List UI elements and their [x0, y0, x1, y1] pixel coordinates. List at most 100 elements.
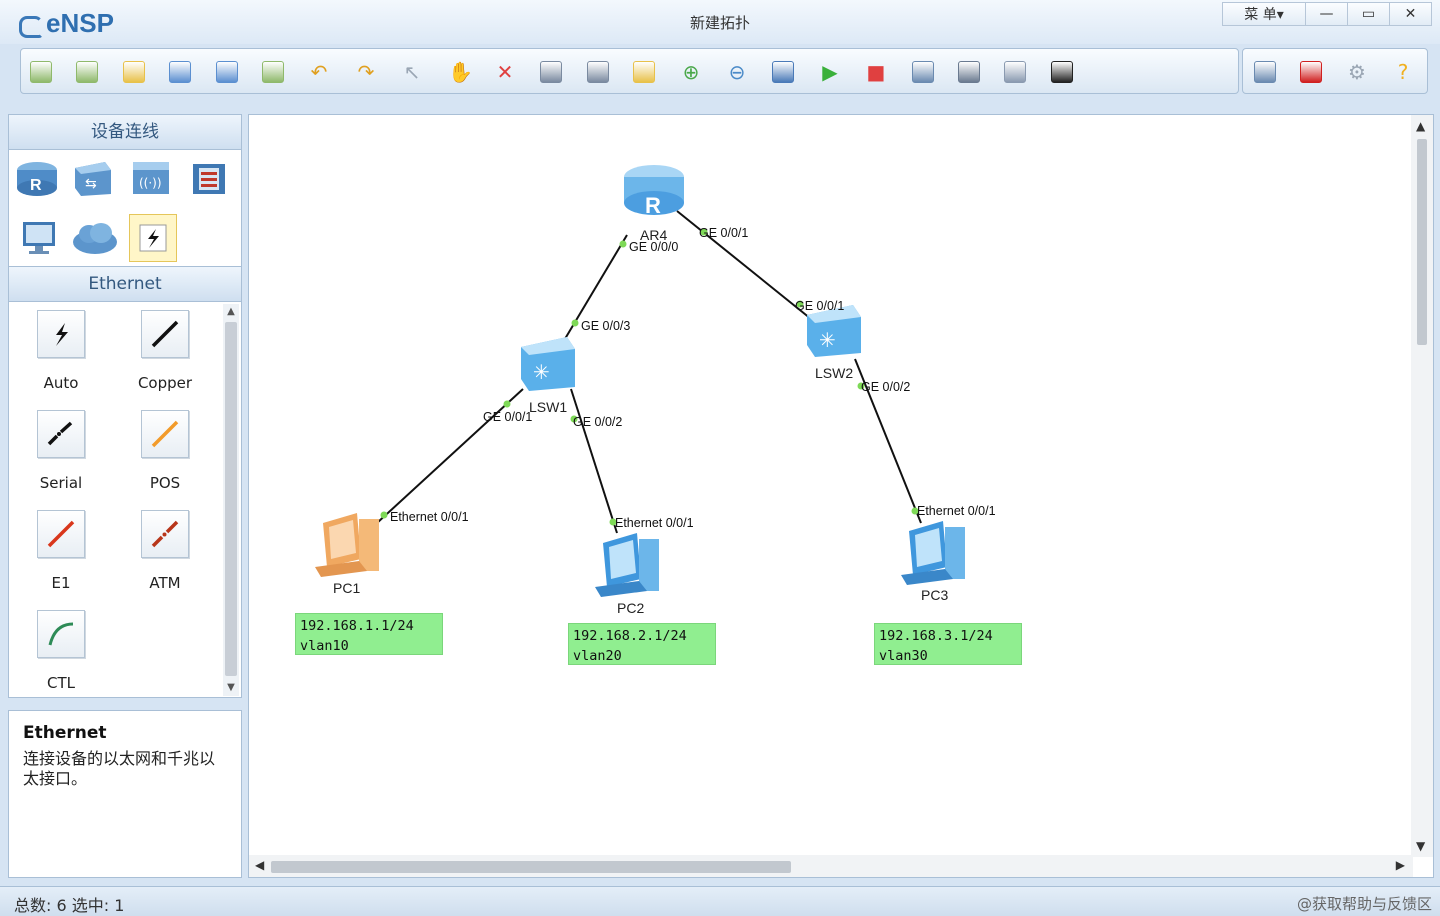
cable-item-copper[interactable]: Copper — [113, 304, 217, 400]
scroll-left-arrow-icon[interactable]: ◀ — [255, 858, 264, 872]
cable-label: Serial — [39, 474, 83, 492]
scroll-down-arrow-icon[interactable]: ▼ — [223, 680, 239, 696]
router-icon[interactable]: R — [13, 154, 61, 202]
select-button[interactable]: ↖ — [398, 58, 426, 86]
feedback-link[interactable]: @获取帮助与反馈区 — [1297, 893, 1432, 914]
title-bar: eNSP 新建拓扑 菜 单▾ — ▭ ✕ — [0, 0, 1440, 44]
topology-diagram: R ✳ ✳ AR4 LSW1 LSW2 PC1 PC2 PC3 GE 0/0/0… — [315, 165, 996, 616]
text-note-pc3[interactable]: 192.168.3.1/24 vlan30 — [874, 623, 1022, 665]
delete-icon: ✕ — [496, 60, 514, 84]
text-note-pc1[interactable]: 192.168.1.1/24 vlan10 — [295, 613, 443, 655]
devices-header[interactable]: 设备连线 — [8, 114, 242, 150]
capture-button[interactable] — [909, 58, 937, 86]
cable-item-atm[interactable]: ATM — [113, 504, 217, 600]
main-toolbar: ↶ ↷ ↖ ✋ ✕ ⊕ ⊖ ▶ ■ — [20, 48, 1239, 94]
rectangle-button[interactable] — [630, 58, 658, 86]
canvas-horizontal-scrollbar[interactable]: ◀ ▶ — [249, 855, 1413, 877]
cable-item-pos[interactable]: POS — [113, 404, 217, 500]
delete-link-button[interactable] — [537, 58, 565, 86]
new-device-button[interactable] — [73, 58, 101, 86]
switch-lsw1[interactable]: ✳ — [521, 337, 575, 391]
menu-button[interactable]: 菜 单▾ — [1223, 3, 1305, 25]
capture-icon — [912, 61, 934, 83]
port-label: GE 0/0/0 — [629, 240, 678, 254]
zoom-out-button[interactable]: ⊖ — [723, 58, 751, 86]
cable-item-serial[interactable]: Serial — [9, 404, 113, 500]
new-topology-button[interactable] — [27, 58, 55, 86]
zoom-in-button[interactable]: ⊕ — [677, 58, 705, 86]
save-button[interactable] — [166, 58, 194, 86]
scroll-thumb[interactable] — [225, 322, 237, 676]
start-button[interactable]: ▶ — [816, 58, 844, 86]
router-ar4[interactable]: R — [624, 165, 684, 218]
svg-text:✳: ✳ — [819, 328, 836, 352]
print-button[interactable] — [259, 58, 287, 86]
console-button[interactable] — [1048, 58, 1076, 86]
open-button[interactable] — [120, 58, 148, 86]
canvas-vertical-scrollbar[interactable]: ▲ ▼ — [1411, 115, 1433, 857]
port-label: GE 0/0/2 — [573, 415, 622, 429]
maximize-button[interactable]: ▭ — [1347, 3, 1389, 25]
pc3-device[interactable] — [901, 521, 965, 585]
cloud-icon[interactable] — [71, 214, 119, 262]
select-icon: ↖ — [403, 60, 421, 84]
cable-icon[interactable] — [129, 214, 177, 262]
pc-icon[interactable] — [15, 214, 63, 262]
save-icon — [169, 61, 191, 83]
minimize-button[interactable]: — — [1305, 3, 1347, 25]
status-bar: 总数: 6 选中: 1 @获取帮助与反馈区 — [0, 886, 1440, 916]
help-button[interactable]: ? — [1389, 58, 1417, 86]
new-topology-icon — [30, 61, 52, 83]
cable-item-auto[interactable]: Auto — [9, 304, 113, 400]
close-button[interactable]: ✕ — [1389, 3, 1431, 25]
link-lsw1-pc2[interactable] — [570, 388, 618, 534]
delete-button[interactable]: ✕ — [491, 58, 519, 86]
stop-button[interactable]: ■ — [862, 58, 890, 86]
port-dot — [380, 511, 388, 519]
redo-icon: ↷ — [357, 60, 375, 84]
scroll-down-arrow-icon[interactable]: ▼ — [1416, 839, 1425, 853]
topology-canvas[interactable]: R ✳ ✳ AR4 LSW1 LSW2 PC1 PC2 PC3 GE 0/0/0… — [248, 114, 1434, 878]
cable-list-scrollbar[interactable]: ▲ ▼ — [223, 304, 239, 696]
undo-button[interactable]: ↶ — [305, 58, 333, 86]
pc2-device[interactable] — [595, 533, 659, 597]
device-palette: R ⇆ ((·)) — [8, 150, 242, 266]
stop-icon: ■ — [866, 60, 886, 84]
huawei-logo-button[interactable] — [1297, 58, 1325, 86]
grid-button[interactable] — [1001, 58, 1029, 86]
zoom-out-icon: ⊖ — [728, 60, 746, 84]
topology-button[interactable] — [955, 58, 983, 86]
firewall-icon[interactable] — [185, 154, 233, 202]
port-label: GE 0/0/1 — [699, 226, 748, 240]
port-label: GE 0/0/1 — [483, 410, 532, 424]
ethernet-header[interactable]: Ethernet — [8, 266, 242, 302]
huawei-logo-icon — [1300, 61, 1322, 83]
cable-item-e1[interactable]: E1 — [9, 504, 113, 600]
ctl-cable-icon — [37, 610, 85, 658]
cable-list: Auto Copper Serial POS E1 ATM CTL ▲ ▼ — [8, 302, 242, 698]
cable-item-ctl[interactable]: CTL — [9, 604, 113, 700]
text-note-pc2[interactable]: 192.168.2.1/24 vlan20 — [568, 623, 716, 665]
serial-cable-icon — [37, 410, 85, 458]
chat-button[interactable] — [1251, 58, 1279, 86]
text-note-button[interactable] — [584, 58, 612, 86]
switch-icon[interactable]: ⇆ — [69, 154, 117, 202]
scroll-up-arrow-icon[interactable]: ▲ — [1416, 119, 1425, 133]
pc1-device[interactable] — [315, 513, 379, 577]
cable-label: CTL — [47, 674, 75, 692]
scroll-right-arrow-icon[interactable]: ▶ — [1396, 858, 1405, 872]
pos-cable-icon — [141, 410, 189, 458]
save-as-button[interactable] — [213, 58, 241, 86]
save-as-icon — [216, 61, 238, 83]
redo-button[interactable]: ↷ — [352, 58, 380, 86]
fit-view-button[interactable] — [769, 58, 797, 86]
wlan-icon[interactable]: ((·)) — [127, 154, 175, 202]
port-dot — [619, 240, 627, 248]
horizontal-scroll-thumb[interactable] — [271, 861, 791, 873]
settings-button[interactable]: ⚙ — [1343, 58, 1371, 86]
node-label-pc3: PC3 — [921, 587, 948, 603]
status-counts: 总数: 6 选中: 1 — [14, 896, 125, 915]
scroll-up-arrow-icon[interactable]: ▲ — [223, 304, 239, 320]
vertical-scroll-thumb[interactable] — [1417, 139, 1427, 345]
pan-hand-button[interactable]: ✋ — [445, 58, 473, 86]
